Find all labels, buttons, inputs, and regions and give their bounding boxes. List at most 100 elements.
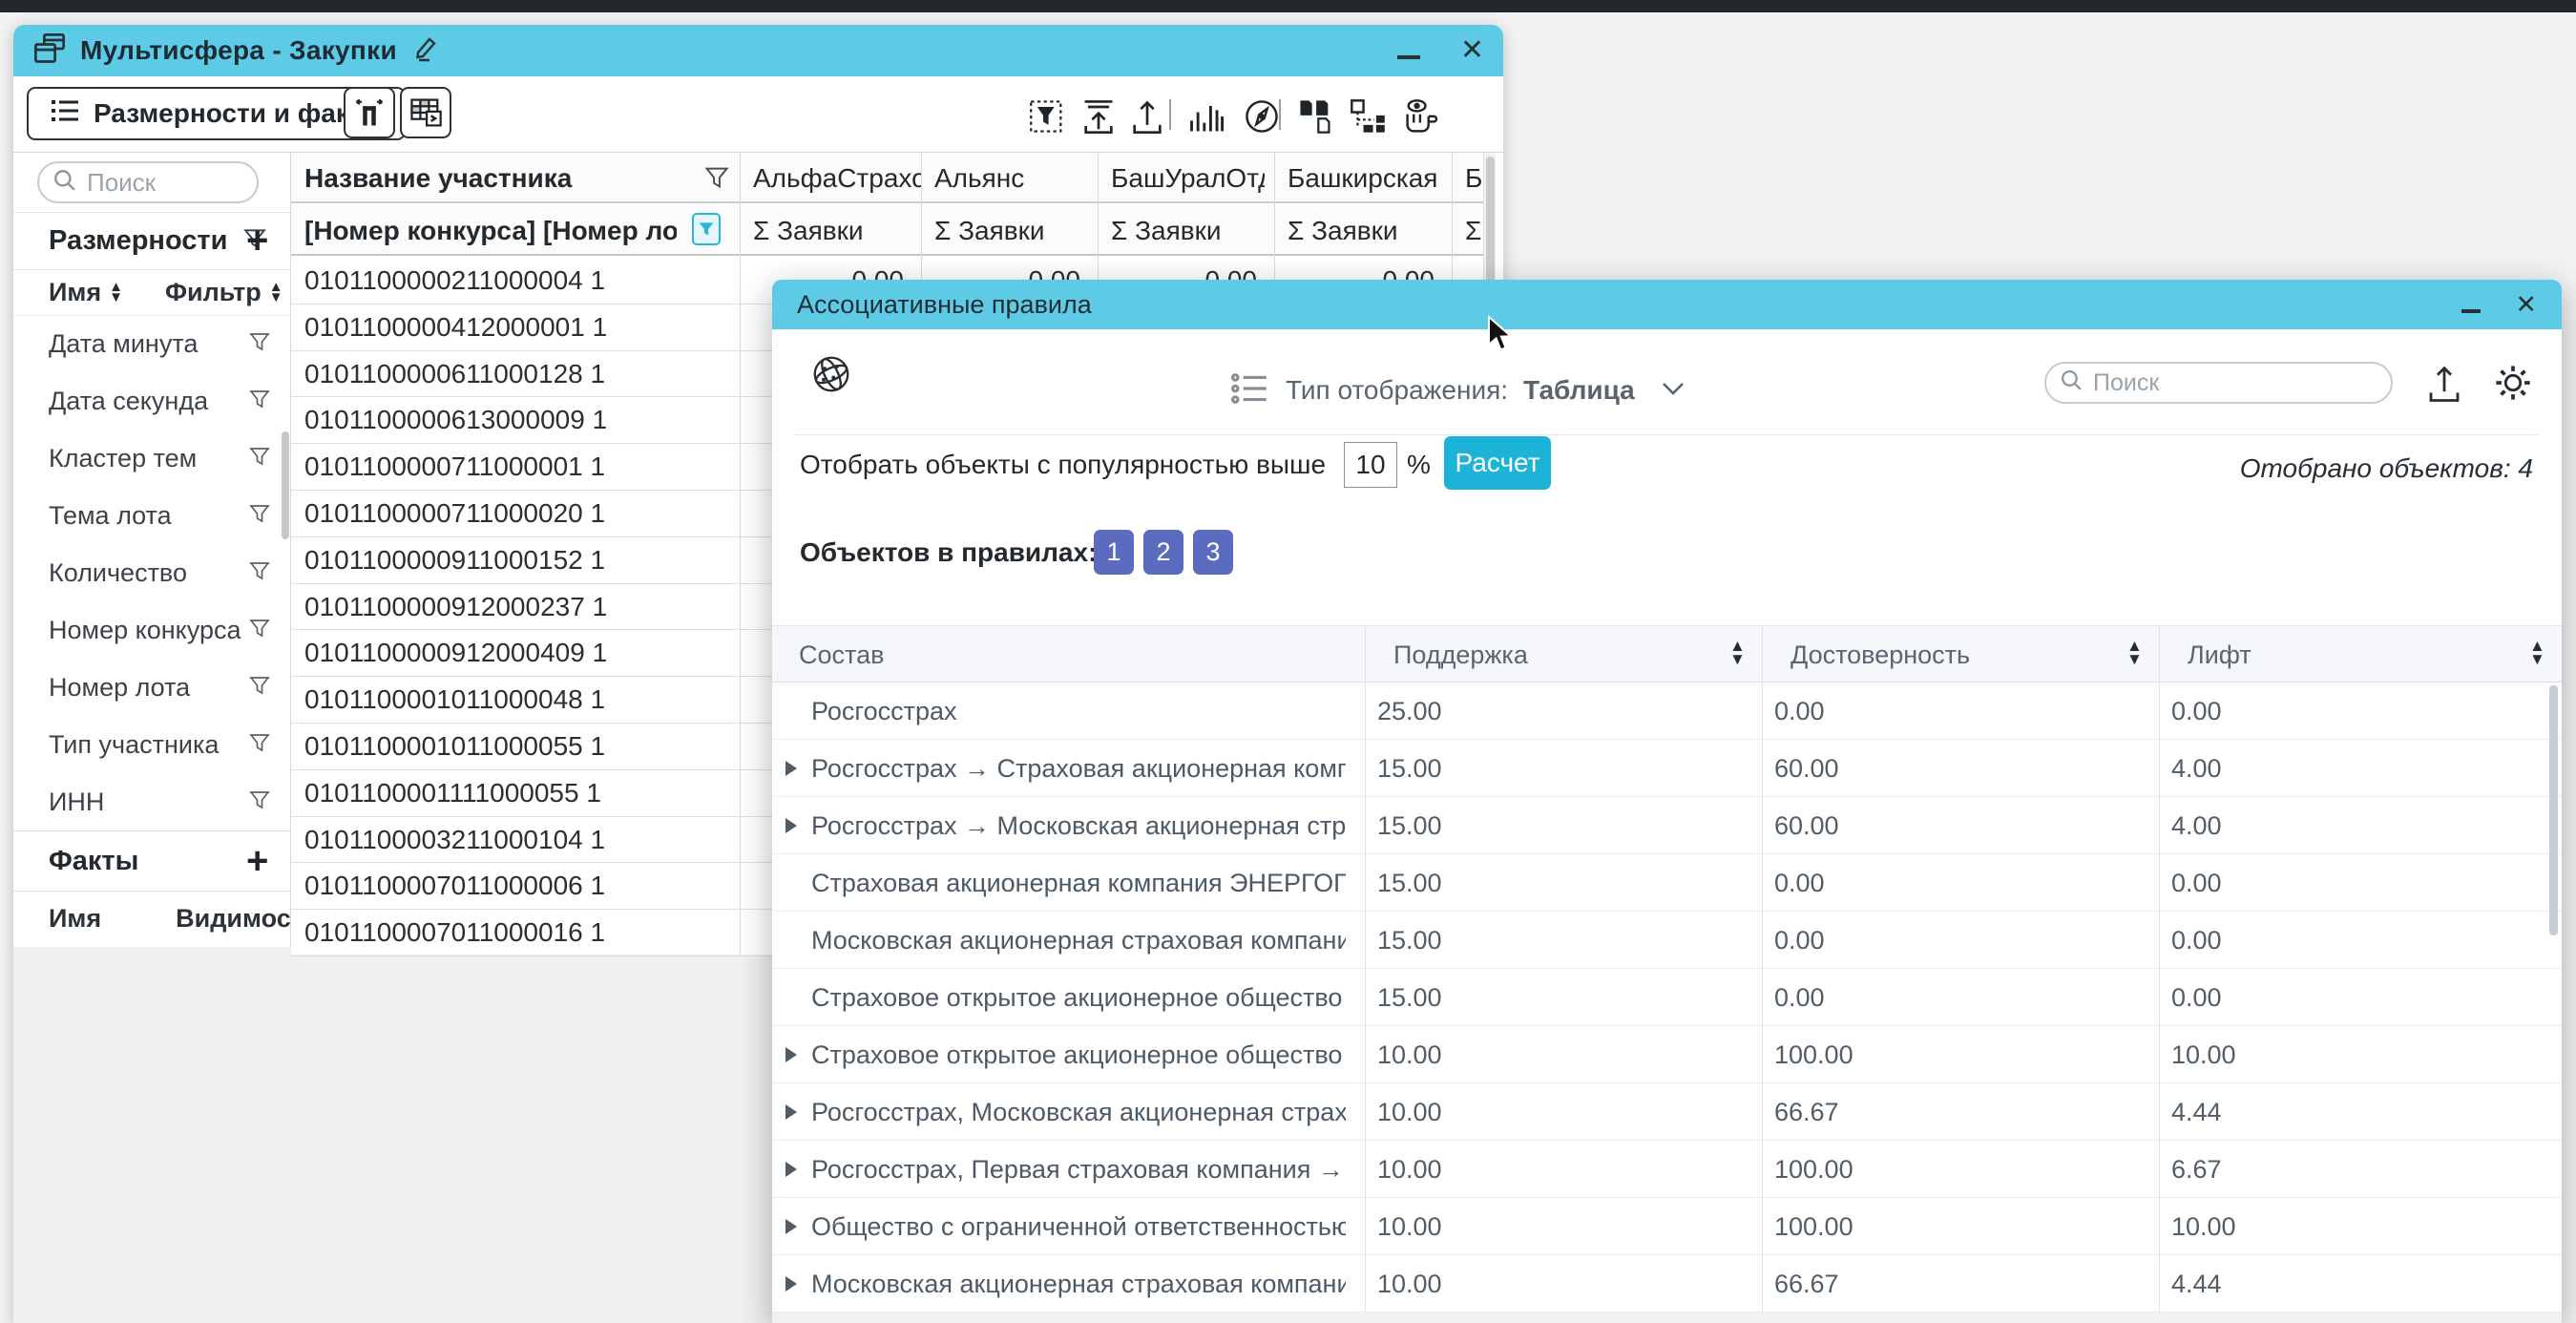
expand-arrow-icon[interactable] (785, 818, 797, 833)
dialog-close-button[interactable]: ✕ (2515, 292, 2537, 318)
collapse-rows-icon[interactable] (1080, 97, 1117, 140)
measure-header[interactable]: Σ Заявки (934, 205, 1088, 256)
funnel-icon[interactable] (248, 445, 271, 472)
table-row[interactable]: Росгосстрах 25.00 0.00 0.00 (772, 682, 2562, 740)
dialog-titlebar[interactable]: Ассоциативные правила ✕ (772, 280, 2562, 329)
sort-icon[interactable]: ▲▼ (2126, 640, 2143, 666)
column-divider (2159, 625, 2160, 1312)
display-type-label: Тип отображения: (1286, 375, 1508, 406)
close-button[interactable]: ✕ (1460, 36, 1484, 65)
table-row[interactable]: Страховая акционерная компания ЭНЕРГОГАР… (772, 854, 2562, 912)
pivot-table-button[interactable] (400, 87, 451, 138)
table-row[interactable]: Росгосстрах → Страховая акционерная комп… (772, 740, 2562, 797)
row-dimension-subheader[interactable]: [Номер конкурса] [Номер лота] (304, 205, 677, 256)
table-row[interactable]: Московская акционерная страховая компани… (772, 1255, 2562, 1312)
table-row[interactable]: Росгосстрах, Первая страховая компания →… (772, 1141, 2562, 1198)
dialog-search-input[interactable] (2093, 369, 2377, 397)
sidebar-item-date-second[interactable]: Дата секунда (13, 372, 291, 430)
threshold-label: Отобрать объекты с популярностью выше (800, 440, 1326, 490)
bar-chart-icon[interactable] (1186, 97, 1226, 140)
measure-header[interactable]: Σ Заявки (1288, 205, 1442, 256)
column-header-confidence[interactable]: Достоверность (1791, 626, 1970, 683)
rule-size-button-3[interactable]: 3 (1193, 530, 1233, 575)
table-row[interactable]: Росгосстрах → Московская акционерная стр… (772, 797, 2562, 854)
compass-icon[interactable] (1243, 97, 1281, 140)
rule-size-button-1[interactable]: 1 (1094, 530, 1134, 575)
minimize-button[interactable] (1397, 55, 1420, 59)
copy-pages-icon[interactable] (1296, 97, 1334, 140)
sidebar-item-date-minute[interactable]: Дата минута (13, 315, 291, 372)
table-row[interactable]: Московская акционерная страховая компани… (772, 912, 2562, 969)
expand-arrow-icon[interactable] (785, 1104, 797, 1120)
expand-arrow-icon[interactable] (785, 1162, 797, 1177)
measure-header[interactable]: Σ Заявки (753, 205, 921, 256)
main-titlebar[interactable]: Мультисфера - Закупки ✕ (13, 25, 1503, 76)
expand-arrow-icon[interactable] (785, 1276, 797, 1292)
sidebar-item-lot-theme[interactable]: Тема лота (13, 487, 291, 544)
table-row[interactable]: Страховое открытое акционерное общество … (772, 1026, 2562, 1083)
sidebar-item-contest-number[interactable]: Номер конкурса (13, 601, 291, 659)
column-width-button[interactable] (344, 87, 395, 138)
gear-icon[interactable] (2492, 362, 2534, 409)
funnel-icon[interactable] (703, 164, 730, 196)
pivot-column-header[interactable]: Альянс (934, 153, 1088, 203)
funnel-icon[interactable] (248, 330, 271, 358)
threshold-input[interactable] (1344, 442, 1397, 488)
funnel-icon[interactable] (248, 502, 271, 530)
funnel-icon[interactable] (248, 731, 271, 759)
dialog-search[interactable] (2044, 362, 2393, 404)
dialog-minimize-button[interactable] (2461, 309, 2481, 313)
sidebar-item-inn[interactable]: ИНН (13, 773, 291, 830)
export-icon[interactable] (2425, 364, 2463, 409)
expand-arrow-icon[interactable] (785, 1047, 797, 1062)
selected-objects-info: Отобрано объектов: 4 (2240, 453, 2533, 484)
edit-pencil-icon[interactable] (410, 33, 441, 69)
preview-eye-icon[interactable] (1401, 97, 1441, 142)
filter-selection-icon[interactable] (1029, 97, 1067, 140)
add-fact-button[interactable]: + (246, 842, 268, 880)
column-header-composition[interactable]: Состав (799, 626, 884, 683)
export-icon[interactable] (1129, 97, 1165, 140)
table-row[interactable]: Страховое открытое акционерное общество … (772, 969, 2562, 1026)
add-dimension-button[interactable]: + (246, 221, 268, 260)
sort-icon[interactable]: ▲▼ (269, 282, 283, 303)
sidebar-item-cluster[interactable]: Кластер тем (13, 430, 291, 487)
sphere-icon[interactable] (809, 352, 853, 401)
column-header-lift[interactable]: Лифт (2188, 626, 2251, 683)
sidebar-scrollbar[interactable] (282, 431, 289, 539)
sidebar-search[interactable] (37, 161, 259, 203)
sidebar-item-quantity[interactable]: Количество (13, 544, 291, 601)
funnel-icon[interactable] (248, 788, 271, 816)
sidebar-search-input[interactable] (87, 168, 243, 198)
row-dimension-header[interactable]: Название участника (304, 153, 686, 203)
funnel-icon[interactable] (248, 559, 271, 587)
sort-icon[interactable]: ▲▼ (1729, 640, 1746, 666)
sidebar-item-lot-number[interactable]: Номер лота (13, 659, 291, 716)
filter-column-header[interactable]: Фильтр (165, 278, 262, 307)
list-icon (48, 94, 82, 134)
hierarchy-icon[interactable] (1349, 97, 1387, 140)
sort-icon[interactable]: ▲▼ (109, 282, 123, 303)
column-divider (1762, 625, 1763, 1312)
calculate-button[interactable]: Расчет (1444, 436, 1551, 490)
display-type-selector[interactable]: Тип отображения: Таблица (1230, 368, 1686, 413)
expand-arrow-icon[interactable] (785, 761, 797, 776)
pivot-column-header[interactable]: БашУралОтдел (1111, 153, 1265, 203)
funnel-icon[interactable] (248, 388, 271, 415)
objects-in-rules-label: Объектов в правилах: (800, 530, 1097, 576)
table-row[interactable]: Росгосстрах, Московская акционерная стра… (772, 1083, 2562, 1141)
funnel-icon[interactable] (248, 617, 271, 644)
active-filter-icon[interactable] (692, 213, 721, 245)
pivot-column-header[interactable]: АльфаСтрахова (753, 153, 921, 203)
rule-size-button-2[interactable]: 2 (1143, 530, 1183, 575)
sidebar-item-participant-type[interactable]: Тип участника (13, 716, 291, 773)
sort-icon[interactable]: ▲▼ (2529, 640, 2545, 666)
column-header-support[interactable]: Поддержка (1393, 626, 1528, 683)
funnel-icon[interactable] (248, 674, 271, 702)
dialog-scrollbar-thumb[interactable] (2549, 685, 2558, 935)
expand-arrow-icon[interactable] (785, 1219, 797, 1234)
name-column-header[interactable]: Имя (49, 278, 101, 307)
measure-header[interactable]: Σ Заявки (1111, 205, 1265, 256)
table-row[interactable]: Общество с ограниченной ответственностью… (772, 1198, 2562, 1255)
pivot-column-header[interactable]: Башкирская ст (1288, 153, 1442, 203)
